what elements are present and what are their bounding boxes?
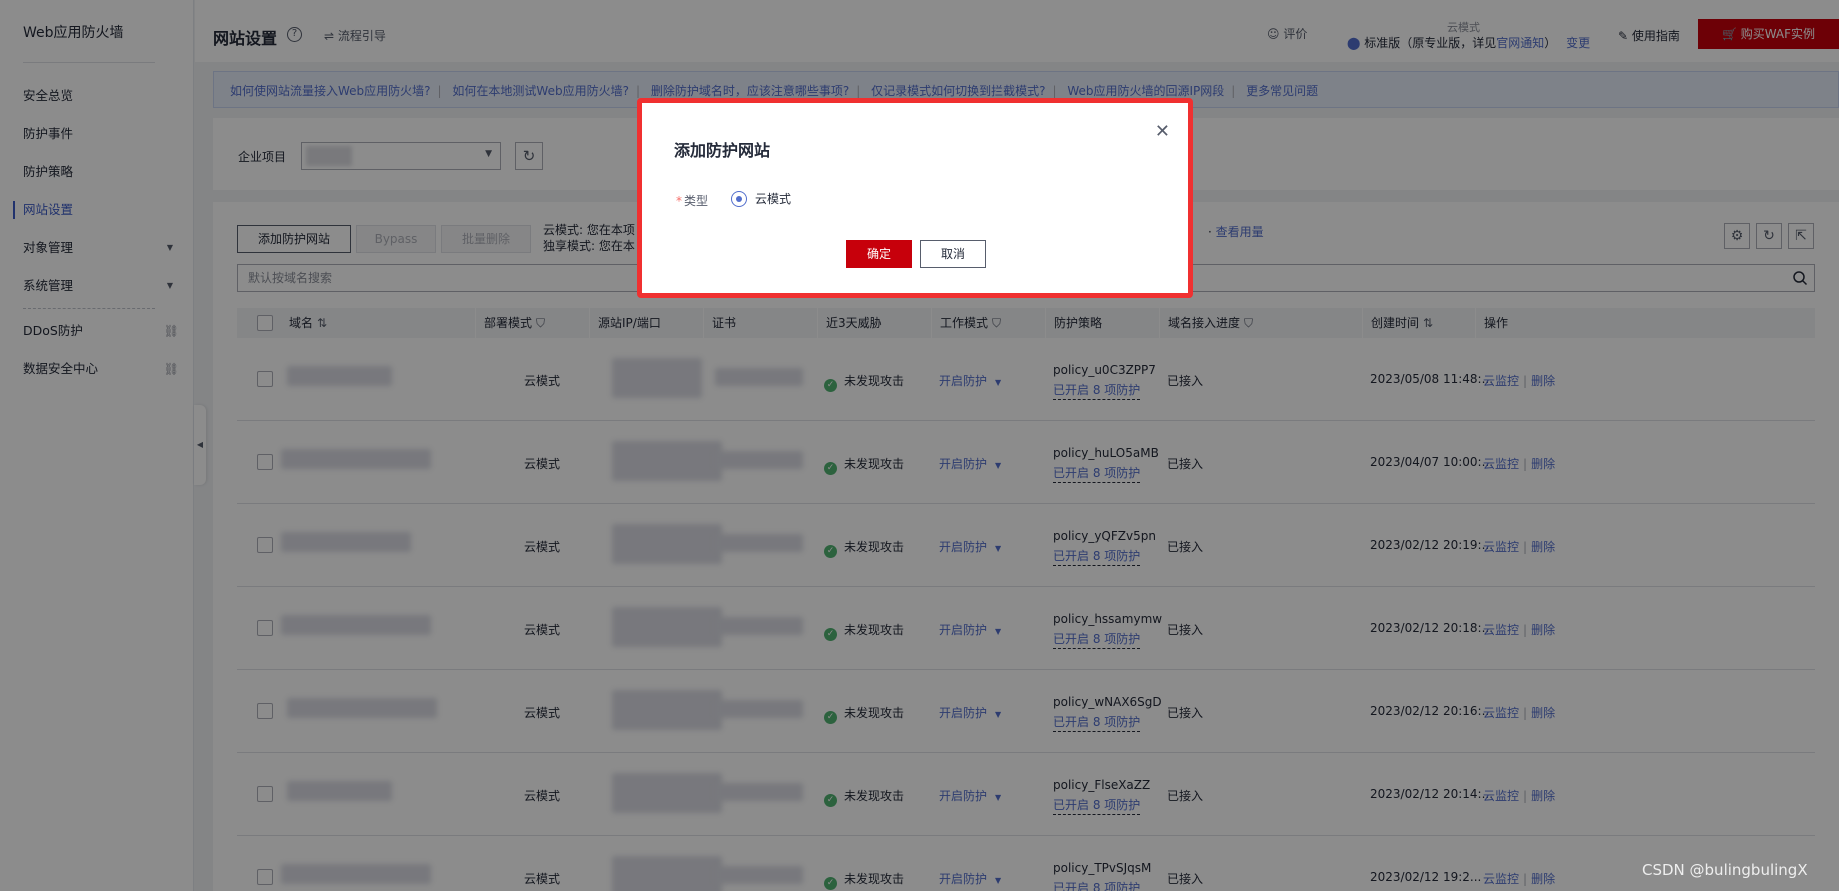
cancel-button[interactable]: 取消 [920, 240, 986, 268]
required-mark: * [676, 194, 682, 208]
close-icon[interactable]: ✕ [1155, 121, 1170, 142]
radio-selected-icon [731, 191, 747, 207]
watermark: CSDN @bulingbulingX [1642, 861, 1808, 879]
radio-label: 云模式 [755, 192, 792, 206]
highlight-frame: 添加防护网站 ✕ * 类型 云模式 确定 取消 [637, 98, 1193, 298]
type-label: * 类型 [676, 192, 708, 209]
cloud-mode-radio[interactable]: 云模式 [731, 190, 791, 207]
dialog-title: 添加防护网站 [674, 141, 771, 160]
add-website-dialog: 添加防护网站 ✕ * 类型 云模式 确定 取消 [646, 107, 1184, 289]
type-label-text: 类型 [684, 194, 709, 208]
confirm-button[interactable]: 确定 [846, 240, 912, 268]
